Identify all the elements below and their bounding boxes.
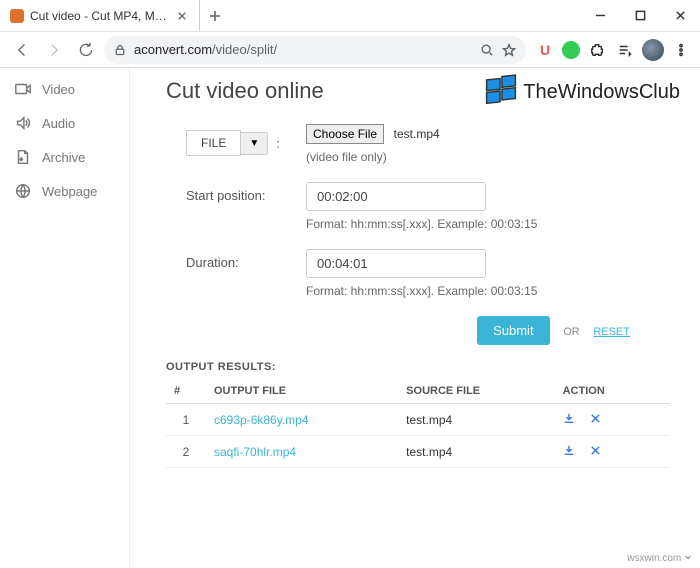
minimize-button[interactable] (580, 0, 620, 31)
close-tab-icon[interactable] (175, 9, 189, 23)
source-file: test.mp4 (398, 436, 554, 468)
favicon-icon (10, 9, 24, 23)
duration-hint: Format: hh:mm:ss[.xxx]. Example: 00:03:1… (306, 284, 670, 298)
page-title: Cut video online (166, 78, 324, 104)
row-index: 1 (166, 404, 206, 436)
reload-button[interactable] (72, 36, 100, 64)
sidebar-item-label: Audio (42, 116, 75, 131)
col-action: ACTION (555, 379, 670, 404)
sidebar-item-label: Webpage (42, 184, 97, 199)
brand-name: TheWindowsClub (523, 81, 680, 104)
reading-list-icon[interactable] (614, 39, 636, 61)
download-icon[interactable] (563, 413, 575, 427)
submit-button[interactable]: Submit (477, 316, 549, 345)
watermark: wsxwin.com (627, 553, 692, 564)
sidebar-item-video[interactable]: Video (0, 72, 129, 106)
main-content: TheWindowsClub Cut video online FILE ▼ :… (130, 68, 700, 568)
windows-logo-icon (483, 74, 519, 110)
sidebar-item-label: Video (42, 82, 75, 97)
selected-file-name: test.mp4 (394, 127, 440, 141)
sidebar-item-audio[interactable]: Audio (0, 106, 129, 140)
file-source-dropdown[interactable]: ▼ (241, 132, 268, 155)
col-index: # (166, 379, 206, 404)
or-text: OR (563, 326, 580, 338)
zoom-icon[interactable] (480, 43, 494, 57)
choose-file-button[interactable]: Choose File (306, 124, 384, 144)
colon: : (276, 136, 280, 151)
duration-label: Duration: (186, 249, 306, 298)
form: FILE ▼ : Choose File test.mp4 (video fil… (186, 124, 670, 345)
delete-icon[interactable] (590, 413, 601, 427)
browser-tab[interactable]: Cut video - Cut MP4, MOV, WEB (0, 0, 200, 31)
extension-icons: U (534, 39, 692, 61)
sidebar: Video Audio Archive Webpage (0, 68, 130, 568)
table-row: 2 saqfi-70hlr.mp4 test.mp4 (166, 436, 670, 468)
profile-avatar[interactable] (642, 39, 664, 61)
close-window-button[interactable] (660, 0, 700, 31)
sidebar-item-label: Archive (42, 150, 85, 165)
browser-titlebar: Cut video - Cut MP4, MOV, WEB (0, 0, 700, 32)
row-index: 2 (166, 436, 206, 468)
star-icon[interactable] (502, 43, 516, 57)
extension-u-icon[interactable]: U (534, 39, 556, 61)
col-source: SOURCE FILE (398, 379, 554, 404)
sidebar-item-webpage[interactable]: Webpage (0, 174, 129, 208)
duration-input[interactable] (306, 249, 486, 278)
new-tab-button[interactable] (200, 0, 230, 31)
maximize-button[interactable] (620, 0, 660, 31)
address-bar[interactable]: aconvert.com/video/split/ (104, 36, 526, 64)
window-controls (580, 0, 700, 31)
output-file-link[interactable]: saqfi-70hlr.mp4 (214, 445, 296, 459)
results-table: # OUTPUT FILE SOURCE FILE ACTION 1 c693p… (166, 379, 670, 468)
tab-title: Cut video - Cut MP4, MOV, WEB (30, 9, 169, 23)
delete-icon[interactable] (590, 445, 601, 459)
table-row: 1 c693p-6k86y.mp4 test.mp4 (166, 404, 670, 436)
source-file: test.mp4 (398, 404, 554, 436)
file-source-button[interactable]: FILE (186, 130, 241, 156)
forward-button[interactable] (40, 36, 68, 64)
sidebar-item-archive[interactable]: Archive (0, 140, 129, 174)
output-file-link[interactable]: c693p-6k86y.mp4 (214, 413, 309, 427)
download-icon[interactable] (563, 445, 575, 459)
menu-button[interactable] (670, 39, 692, 61)
brand: TheWindowsClub (483, 74, 680, 110)
back-button[interactable] (8, 36, 36, 64)
start-position-input[interactable] (306, 182, 486, 211)
extensions-button[interactable] (586, 39, 608, 61)
start-position-label: Start position: (186, 182, 306, 231)
col-output: OUTPUT FILE (206, 379, 398, 404)
reset-link[interactable]: RESET (593, 326, 630, 338)
file-hint: (video file only) (306, 150, 670, 164)
start-position-hint: Format: hh:mm:ss[.xxx]. Example: 00:03:1… (306, 217, 670, 231)
extension-green-icon[interactable] (562, 41, 580, 59)
url-text: aconvert.com/video/split/ (134, 42, 277, 57)
browser-toolbar: aconvert.com/video/split/ U (0, 32, 700, 68)
lock-icon (114, 44, 126, 56)
results-heading: OUTPUT RESULTS: (166, 361, 670, 373)
